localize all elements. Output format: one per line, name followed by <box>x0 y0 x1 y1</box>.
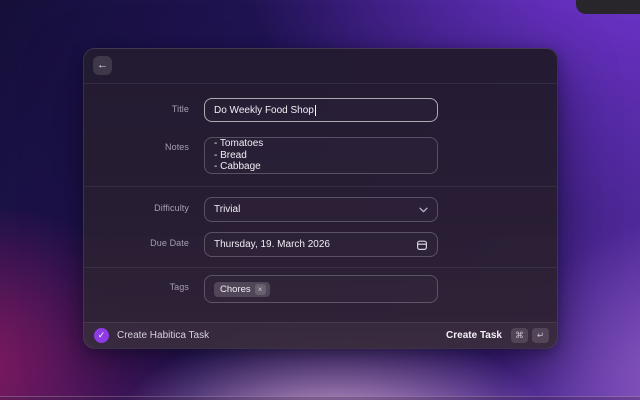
tag-chip-label: Chores <box>220 284 251 295</box>
window-header: ← <box>84 49 557 84</box>
due-date-value: Thursday, 19. March 2026 <box>214 239 330 250</box>
background-window-corner <box>576 0 640 14</box>
notes-line: - Tomatoes <box>214 138 263 150</box>
back-button[interactable]: ← <box>93 56 112 75</box>
calendar-icon[interactable] <box>416 239 428 251</box>
chevron-down-icon <box>419 207 428 213</box>
create-task-window: ← Title Do Weekly Food Shop Notes - Toma… <box>83 48 558 349</box>
difficulty-dropdown[interactable]: Trivial <box>204 197 438 222</box>
difficulty-value: Trivial <box>214 204 240 215</box>
tag-chip-chores[interactable]: Chores × <box>214 282 270 297</box>
section-divider <box>84 186 557 187</box>
notes-textarea[interactable]: - Tomatoes - Bread - Cabbage <box>204 137 438 174</box>
desktop-background: ← Title Do Weekly Food Shop Notes - Toma… <box>0 0 640 400</box>
text-caret <box>315 105 316 116</box>
due-date-picker[interactable]: Thursday, 19. March 2026 <box>204 232 438 257</box>
title-label: Title <box>84 104 189 114</box>
notes-line: - Bread <box>214 150 247 162</box>
background-bottom-edge <box>0 396 640 400</box>
tags-label: Tags <box>84 282 189 292</box>
title-value: Do Weekly Food Shop <box>214 105 314 116</box>
back-arrow-icon: ← <box>97 59 108 71</box>
difficulty-label: Difficulty <box>84 203 189 213</box>
section-divider <box>84 267 557 268</box>
command-title: Create Habitica Task <box>117 330 209 341</box>
command-key-icon: ⌘ <box>511 328 528 343</box>
footer-actions: Create Task ⌘ ↵ <box>446 328 549 343</box>
window-footer: ✓ Create Habitica Task Create Task ⌘ ↵ <box>84 322 557 348</box>
notes-label: Notes <box>84 142 189 152</box>
tags-input[interactable]: Chores × <box>204 275 438 303</box>
create-task-button[interactable]: Create Task <box>446 330 502 341</box>
habitica-check-icon: ✓ <box>94 328 109 343</box>
notes-line: - Cabbage <box>214 161 261 173</box>
title-input[interactable]: Do Weekly Food Shop <box>204 98 438 122</box>
due-date-label: Due Date <box>84 238 189 248</box>
return-key-icon: ↵ <box>532 328 549 343</box>
remove-tag-icon[interactable]: × <box>255 284 266 295</box>
